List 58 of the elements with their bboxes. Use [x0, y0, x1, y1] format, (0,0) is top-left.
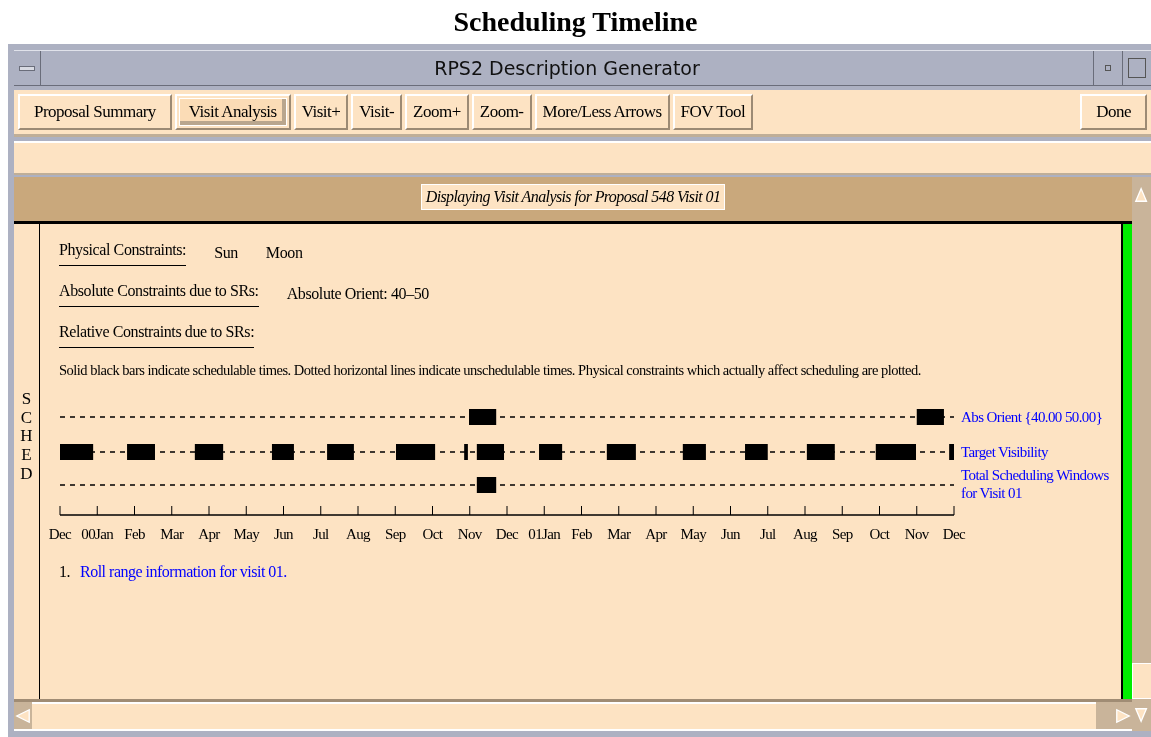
month-label: Jul	[759, 526, 776, 542]
toolbar-button[interactable]: Zoom+	[405, 94, 469, 130]
vertical-scrollbar[interactable]	[1132, 177, 1151, 731]
scroll-left-icon[interactable]	[15, 706, 31, 725]
month-label: Dec	[942, 526, 966, 542]
scroll-thumb[interactable]	[1096, 702, 1114, 729]
month-label: Oct	[422, 526, 443, 542]
month-label: Jun	[274, 526, 293, 542]
page-title: Scheduling Timeline	[452, 5, 699, 39]
constraint-value: Sun	[214, 243, 238, 262]
month-label: Dec	[48, 526, 72, 542]
toolbar-button[interactable]: More/Less Arrows	[534, 94, 670, 130]
month-label: Aug	[793, 526, 817, 542]
month-label: Jun	[721, 526, 740, 542]
constraint-label: Relative Constraints due to SRs:	[59, 321, 255, 348]
month-label: Dec	[495, 526, 519, 542]
window-title: RPS2 Description Generator	[433, 56, 701, 81]
month-label: Sep	[384, 526, 406, 542]
toolbar-button[interactable]: Proposal Summary	[18, 94, 172, 130]
month-label: Feb	[124, 526, 145, 542]
month-label: Oct	[869, 526, 890, 542]
month-label: 01Jan	[528, 526, 561, 542]
month-label: Jul	[312, 526, 329, 542]
done-button[interactable]: Done	[1080, 94, 1147, 130]
month-label: Apr	[198, 526, 220, 542]
constraint-label: Physical Constraints:	[59, 239, 187, 266]
footnote-number: 1.	[59, 563, 70, 581]
row-label: Target Visibility	[961, 444, 1048, 460]
month-label: Feb	[571, 526, 592, 542]
month-label: Nov	[457, 526, 482, 542]
constraint-value: Absolute Orient: 40–50	[286, 284, 429, 303]
constraint-value: Moon	[265, 243, 303, 262]
month-label: Mar	[160, 526, 184, 542]
constraint-label: Absolute Constraints due to SRs:	[59, 280, 259, 307]
toolbar-button[interactable]: FOV Tool	[672, 94, 754, 130]
row-label: Total Scheduling Windows for Visit 01	[961, 467, 1109, 501]
toolbar-button[interactable]: Visit Analysis	[174, 94, 291, 130]
month-label: Nov	[904, 526, 929, 542]
horizontal-scrollbar[interactable]	[14, 699, 1132, 731]
side-label: SCHED	[19, 390, 34, 485]
scroll-thumb[interactable]	[1132, 663, 1151, 699]
month-label: May	[680, 526, 707, 542]
toolbar-button[interactable]: Visit-	[351, 94, 403, 130]
footnote-link[interactable]: Roll range information for visit 01.	[80, 563, 287, 581]
scroll-up-icon[interactable]	[1134, 186, 1150, 204]
month-label: 00Jan	[81, 526, 114, 542]
banner-label: Displaying Visit Analysis for Proposal 548 Visit 01	[420, 184, 726, 210]
month-label: Apr	[645, 526, 667, 542]
month-label: Aug	[346, 526, 370, 542]
month-label: May	[233, 526, 260, 542]
scroll-down-icon[interactable]	[1134, 706, 1150, 724]
toolbar-button[interactable]: Zoom-	[471, 94, 532, 130]
toolbar-button[interactable]: Visit+	[293, 94, 349, 130]
row-label: Abs Orient {40.00 50.00}	[961, 409, 1103, 425]
month-label: Sep	[831, 526, 853, 542]
month-label: Mar	[607, 526, 631, 542]
legend-note: Solid black bars indicate schedulable times. Dotted horizontal lines indicate unschedulable times. Physical constraints which actually affect scheduling are plotted.	[59, 361, 921, 379]
message-field[interactable]	[14, 141, 1151, 175]
